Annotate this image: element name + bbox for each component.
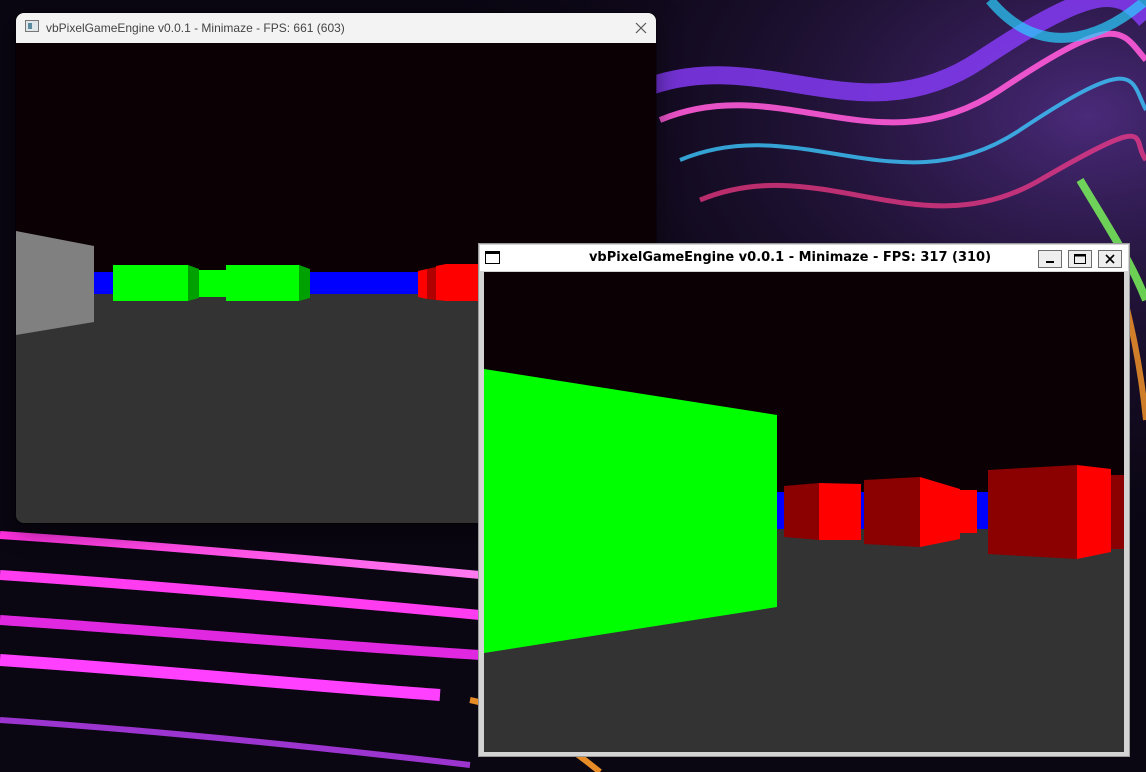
wall-green-side: [188, 265, 199, 301]
wall-red: [418, 269, 427, 299]
wall-green: [484, 369, 777, 653]
minimize-icon: [1046, 261, 1054, 263]
maximize-icon: [1074, 254, 1086, 264]
wall-red-dark: [988, 465, 1077, 559]
wall-grey: [16, 231, 94, 335]
window-icon: [485, 251, 500, 264]
maze-render: [484, 272, 1124, 752]
wall-red: [436, 264, 446, 301]
wall-red-dark: [864, 477, 920, 547]
wall-red-dark: [784, 483, 819, 540]
app-icon: [25, 20, 39, 32]
maximize-button[interactable]: [1068, 250, 1092, 268]
wall-green: [113, 265, 188, 301]
wall-red: [819, 483, 861, 540]
wall-red: [920, 477, 960, 547]
wall-red-side: [427, 267, 436, 300]
close-icon: [1105, 254, 1115, 264]
wall-green: [199, 270, 226, 297]
wall-red: [960, 490, 977, 533]
wall-red-dark: [1111, 475, 1124, 549]
wall-green: [226, 265, 299, 301]
game-viewport[interactable]: [484, 272, 1124, 752]
close-icon: [635, 22, 647, 34]
title-bar[interactable]: vbPixelGameEngine v0.0.1 - Minimaze - FP…: [480, 245, 1128, 271]
wall-red: [1077, 465, 1111, 559]
game-window-2[interactable]: vbPixelGameEngine v0.0.1 - Minimaze - FP…: [478, 243, 1130, 757]
minimize-button[interactable]: [1038, 250, 1062, 268]
title-bar[interactable]: vbPixelGameEngine v0.0.1 - Minimaze - FP…: [16, 13, 656, 44]
wall-green-side: [299, 265, 310, 301]
close-button[interactable]: [1098, 250, 1122, 268]
window-title: vbPixelGameEngine v0.0.1 - Minimaze - FP…: [46, 21, 345, 35]
window-title: vbPixelGameEngine v0.0.1 - Minimaze - FP…: [588, 250, 992, 265]
close-button[interactable]: [626, 13, 656, 43]
